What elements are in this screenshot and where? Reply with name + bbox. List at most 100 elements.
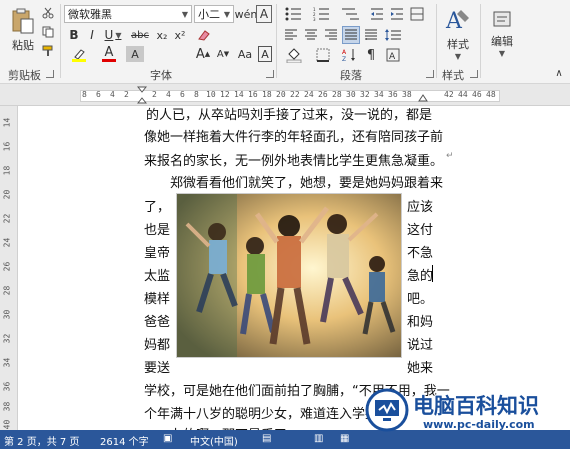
font-name-select[interactable]: 微软雅黑 ▼ (64, 5, 192, 23)
sort-button[interactable]: AZ (340, 46, 360, 64)
page-count[interactable]: 第 2 页，共 7 页 (4, 433, 79, 448)
font-launcher[interactable] (266, 70, 274, 78)
line-spacing-button[interactable] (382, 26, 404, 44)
enclose-char-button[interactable]: A (256, 5, 272, 23)
ruler-tick: 16 (248, 90, 258, 99)
grow-font-button[interactable]: A ▲ (194, 46, 212, 62)
text-fragment[interactable]: 模样 (144, 288, 170, 307)
borders-button[interactable] (310, 46, 336, 64)
ruler-tick: 12 (220, 90, 230, 99)
asian-layout-button[interactable]: A (382, 46, 404, 64)
chinese-layout-button[interactable] (408, 5, 426, 23)
text-fragment[interactable]: 和妈 (407, 311, 433, 330)
ruler-tick: 36 (388, 90, 398, 99)
styles-icon: A (445, 9, 469, 34)
align-right-icon (325, 29, 337, 40)
text-line[interactable]: 个年满十八岁的聪明少女，难道连入学报 (144, 403, 378, 422)
horizontal-ruler[interactable]: 8 6 4 2 2 4 6 8 10 12 14 16 18 20 22 24 … (0, 84, 570, 106)
decrease-indent-button[interactable] (368, 5, 386, 23)
editing-button[interactable]: 编辑 ▼ (484, 4, 520, 62)
cut-button[interactable] (40, 6, 56, 20)
paragraph-launcher[interactable] (426, 70, 434, 78)
bold-button[interactable]: B (66, 27, 82, 43)
char-border-button[interactable]: A (258, 46, 272, 62)
highlight-button[interactable] (66, 46, 92, 64)
subscript-button[interactable]: x₂ (154, 27, 170, 43)
paste-button[interactable]: 粘贴 (6, 4, 40, 56)
copy-icon (42, 26, 54, 38)
proofing-icon[interactable]: ▣ (163, 433, 172, 444)
collapse-ribbon-button[interactable]: ∧ (552, 66, 566, 80)
text-fragment[interactable]: 不急 (407, 242, 433, 261)
underline-label: U (104, 28, 114, 42)
shading-button[interactable] (282, 46, 308, 64)
font-name-value: 微软雅黑 (68, 8, 112, 21)
text-fragment[interactable]: 应该 (407, 196, 433, 215)
strikethrough-button[interactable]: abc (130, 27, 150, 43)
language-indicator[interactable]: 中文(中国) (190, 433, 238, 448)
read-mode-icon[interactable]: ▥ (314, 433, 323, 444)
svg-text:A: A (342, 49, 347, 56)
font-size-select[interactable]: 小二 ▼ (194, 5, 234, 23)
show-marks-button[interactable]: ¶ (362, 46, 380, 64)
text-fragment[interactable]: 要送 (144, 357, 170, 376)
text-line[interactable]: 来报名的家长，无一例外地表情比学生更焦急凝重。 (144, 150, 443, 169)
text-fragment[interactable]: 说过 (407, 334, 433, 353)
styles-button[interactable]: A 样式 ▼ (440, 4, 476, 62)
text-fragment[interactable]: 也是 (144, 219, 170, 238)
underline-button[interactable]: U ▼ (102, 27, 124, 43)
font-color-button[interactable]: A (96, 44, 122, 64)
text-fragment[interactable]: 了， (144, 196, 170, 215)
numbering-button[interactable]: 123 (310, 5, 336, 23)
align-center-button[interactable] (302, 26, 320, 44)
ruler-tick: 20 (2, 189, 12, 200)
indent-marker-icon[interactable] (137, 86, 147, 106)
watermark: 电脑百科知识 www.pc-daily.com (365, 388, 570, 432)
text-fragment[interactable]: 皇帝 (144, 242, 170, 261)
text-fragment[interactable]: 她来 (407, 357, 433, 376)
vertical-ruler[interactable]: 14 16 18 20 22 24 26 28 30 32 34 36 38 4… (0, 106, 18, 430)
svg-text:3: 3 (313, 17, 316, 21)
shrink-font-button[interactable]: A ▼ (214, 46, 232, 62)
distributed-icon (365, 29, 377, 40)
char-shading-button[interactable]: A (126, 46, 144, 62)
right-indent-marker-icon[interactable] (418, 94, 428, 104)
styles-launcher[interactable] (470, 70, 478, 78)
align-left-button[interactable] (282, 26, 300, 44)
inserted-photo[interactable] (176, 193, 402, 358)
text-fragment[interactable]: 妈都 (144, 334, 170, 353)
separator (480, 4, 481, 78)
increase-indent-button[interactable] (388, 5, 406, 23)
text-fragment[interactable]: 太监 (144, 265, 170, 284)
text-effects-button[interactable] (194, 27, 212, 43)
text-fragment[interactable]: 这付 (407, 219, 433, 238)
phonetic-guide-button[interactable]: wén (235, 5, 258, 23)
copy-button[interactable] (40, 25, 56, 39)
align-right-button[interactable] (322, 26, 340, 44)
macro-icon[interactable]: ▤ (262, 433, 271, 444)
format-painter-button[interactable] (40, 44, 56, 58)
clipboard-launcher[interactable] (46, 70, 54, 78)
status-bar: 第 2 页，共 7 页 2614 个字 ▣ 中文(中国) ▤ ▥ ▦ (0, 430, 570, 449)
justify-button[interactable] (342, 26, 360, 44)
clipboard-group-label: 剪贴板 (8, 69, 41, 82)
ruler-tick: 24 (2, 237, 12, 248)
text-fragment[interactable]: 急的 (407, 265, 433, 284)
text-fragment[interactable]: 爸爸 (144, 311, 170, 330)
text-line[interactable]: 郑微看看他们就笑了，她想，要是她妈妈跟着来 (170, 172, 443, 191)
ruler-tick: 10 (206, 90, 216, 99)
ruler-tick: 34 (2, 357, 12, 368)
print-layout-icon[interactable]: ▦ (340, 433, 349, 444)
text-line[interactable]: 像她一样拖着大件行李的年轻面孔，还有陪同孩子前 (144, 126, 443, 145)
text-fragment[interactable]: 吧。 (407, 288, 433, 307)
text-line[interactable]: 的人已，从卒站吗刘手接了过来，没一说的，都是 (146, 104, 432, 123)
italic-button[interactable]: I (84, 27, 100, 43)
superscript-button[interactable]: x² (172, 27, 188, 43)
distributed-button[interactable] (362, 26, 380, 44)
multilevel-list-button[interactable] (338, 5, 364, 23)
chinese-layout-icon (410, 7, 424, 21)
word-count[interactable]: 2614 个字 (100, 433, 149, 448)
justify-icon (345, 29, 357, 40)
change-case-button[interactable]: Aa (234, 46, 256, 62)
bullets-button[interactable] (282, 5, 308, 23)
